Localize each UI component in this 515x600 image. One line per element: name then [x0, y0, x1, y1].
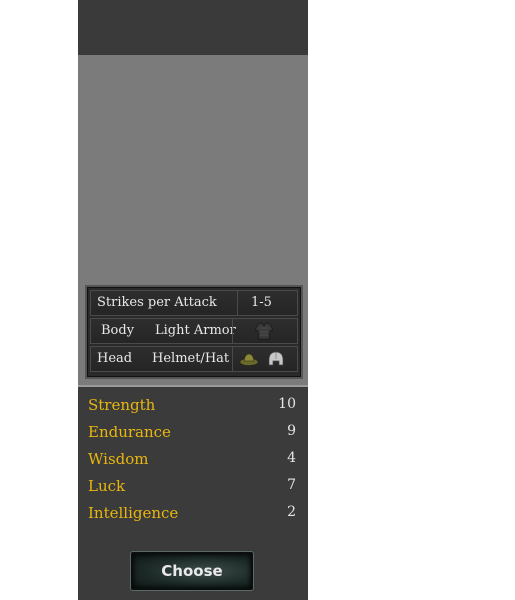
strikes-row: Strikes per Attack 1-5 — [90, 290, 298, 316]
panel-header — [78, 0, 308, 55]
character-select-panel: Strikes per Attack 1-5 Body Light Armor … — [78, 0, 308, 600]
character-portrait-area: Strikes per Attack 1-5 Body Light Armor … — [78, 55, 308, 387]
stat-wisdom: Wisdom 4 — [88, 450, 296, 474]
head-slot-label: Head — [97, 351, 133, 366]
stat-value: 10 — [278, 396, 296, 412]
row-divider — [232, 319, 233, 343]
stat-label: Luck — [88, 477, 126, 495]
stat-endurance: Endurance 9 — [88, 423, 296, 447]
helmet-icon[interactable] — [266, 350, 286, 368]
body-item-label: Light Armor — [155, 323, 236, 338]
head-item-label: Helmet/Hat — [152, 351, 230, 366]
stat-luck: Luck 7 — [88, 477, 296, 501]
row-divider — [232, 347, 233, 371]
body-slot-label: Body — [101, 323, 135, 338]
strikes-label: Strikes per Attack — [97, 295, 217, 310]
stat-value: 9 — [287, 423, 296, 439]
equipment-table: Strikes per Attack 1-5 Body Light Armor … — [85, 285, 303, 379]
stat-label: Endurance — [88, 423, 171, 441]
light-armor-icon[interactable] — [254, 322, 274, 340]
head-row: Head Helmet/Hat — [90, 346, 298, 372]
stat-strength: Strength 10 — [88, 396, 296, 420]
stat-label: Wisdom — [88, 450, 149, 468]
stat-label: Intelligence — [88, 504, 179, 522]
strikes-value: 1-5 — [251, 295, 272, 310]
choose-button[interactable]: Choose — [131, 552, 253, 590]
row-divider — [237, 291, 238, 315]
stat-value: 4 — [287, 450, 296, 466]
stat-intelligence: Intelligence 2 — [88, 504, 296, 528]
hat-icon[interactable] — [239, 350, 259, 368]
stat-label: Strength — [88, 396, 156, 414]
stat-value: 2 — [287, 504, 296, 520]
stat-value: 7 — [287, 477, 296, 493]
body-row: Body Light Armor — [90, 318, 298, 344]
